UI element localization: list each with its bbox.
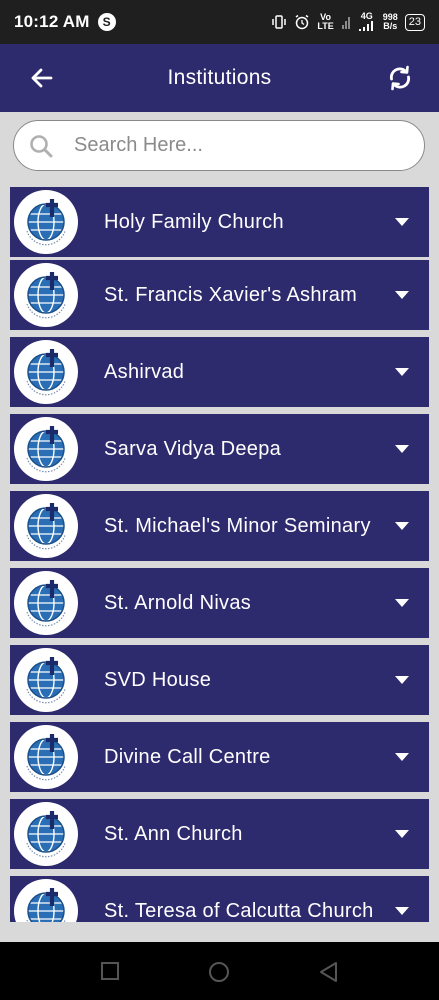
institution-name: St. Arnold Nivas: [104, 591, 252, 614]
status-bar: 10:12 AM S Vo LTE 4G 998 B/s 23: [0, 0, 439, 44]
divine-word-missionaries-logo-icon: [14, 802, 78, 866]
page-title: Institutions: [167, 66, 272, 89]
vibrate-icon: [272, 15, 287, 29]
divine-word-missionaries-logo-icon: [14, 340, 78, 404]
chevron-down-icon[interactable]: [395, 368, 409, 376]
chevron-down-icon[interactable]: [395, 522, 409, 530]
institution-name: St. Ann Church: [104, 822, 243, 845]
status-icons: Vo LTE 4G 998 B/s 23: [271, 11, 425, 33]
divine-word-missionaries-logo-icon: [14, 494, 78, 558]
system-navigation-bar: [0, 942, 439, 1000]
institution-name: Divine Call Centre: [104, 745, 271, 768]
network-indicator: 4G: [358, 11, 376, 33]
chevron-down-icon[interactable]: [395, 907, 409, 915]
institution-name: St. Francis Xavier's Ashram: [104, 283, 358, 306]
institution-name: Holy Family Church: [104, 210, 284, 233]
divine-word-missionaries-logo-icon: [14, 571, 78, 635]
divine-word-missionaries-logo-icon: [14, 263, 78, 327]
institution-name: St. Teresa of Calcutta Church: [104, 899, 374, 922]
network-speed: 998 B/s: [382, 12, 398, 31]
status-time: 10:12 AM: [14, 12, 90, 31]
list-item[interactable]: Divine Call Centre: [10, 722, 429, 792]
refresh-icon[interactable]: [386, 64, 414, 92]
home-icon[interactable]: [208, 961, 230, 983]
divine-word-missionaries-logo-icon: [14, 648, 78, 712]
divine-word-missionaries-logo-icon: [14, 725, 78, 789]
chevron-down-icon[interactable]: [395, 291, 409, 299]
app-bar: Institutions: [0, 44, 439, 112]
chevron-down-icon[interactable]: [395, 599, 409, 607]
divine-word-missionaries-logo-icon: [14, 879, 78, 922]
volte-indicator: Vo LTE: [317, 12, 334, 31]
list-item[interactable]: Ashirvad: [10, 337, 429, 407]
chevron-down-icon[interactable]: [395, 830, 409, 838]
institution-name: SVD House: [104, 668, 212, 691]
list-item[interactable]: St. Ann Church: [10, 799, 429, 869]
list-item[interactable]: St. Michael's Minor Seminary: [10, 491, 429, 561]
app-notification-badge: S: [97, 13, 116, 31]
chevron-down-icon[interactable]: [395, 218, 409, 226]
list-item[interactable]: SVD House: [10, 645, 429, 715]
signal-sim2-icon: [358, 20, 373, 31]
chevron-down-icon[interactable]: [395, 676, 409, 684]
search-input[interactable]: [72, 133, 376, 158]
chevron-down-icon[interactable]: [395, 753, 409, 761]
list-item[interactable]: St. Teresa of Calcutta Church: [10, 876, 429, 922]
alarm-icon: [295, 14, 309, 30]
institution-name: Sarva Vidya Deepa: [104, 437, 282, 460]
list-item[interactable]: St. Francis Xavier's Ashram: [10, 260, 429, 330]
divine-word-missionaries-logo-icon: [14, 190, 78, 254]
divine-word-missionaries-logo-icon: [14, 417, 78, 481]
list-item[interactable]: Holy Family Church: [10, 187, 429, 257]
list-item[interactable]: Sarva Vidya Deepa: [10, 414, 429, 484]
list-item[interactable]: St. Arnold Nivas: [10, 568, 429, 638]
search-icon: [30, 134, 53, 157]
signal-sim1-icon: [341, 17, 350, 29]
chevron-down-icon[interactable]: [395, 445, 409, 453]
institution-name: St. Michael's Minor Seminary: [104, 514, 371, 537]
search-bar: [13, 120, 425, 171]
battery-indicator: 23: [404, 13, 425, 31]
institution-name: Ashirvad: [104, 360, 185, 383]
institution-list: Holy Family Church St. Francis Xavier's …: [0, 184, 439, 922]
arrow-left-icon[interactable]: [28, 64, 56, 92]
recent-apps-icon[interactable]: [100, 961, 120, 981]
back-nav-icon[interactable]: [318, 961, 338, 983]
